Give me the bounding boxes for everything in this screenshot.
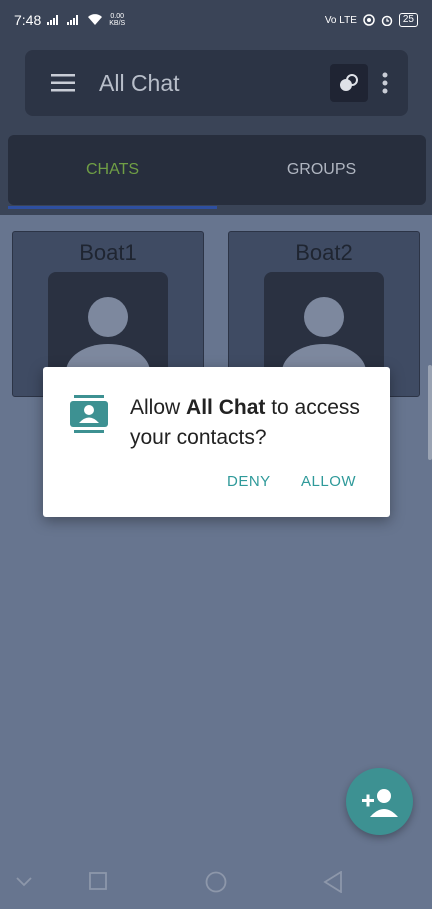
tab-groups[interactable]: GROUPS	[217, 135, 426, 205]
hamburger-icon	[51, 74, 75, 92]
back-icon[interactable]	[323, 871, 343, 893]
battery-indicator: 25	[398, 13, 418, 27]
home-icon[interactable]	[205, 871, 227, 893]
deny-button[interactable]: DENY	[227, 473, 271, 490]
contacts-icon	[70, 395, 108, 433]
app-logo[interactable]	[330, 64, 368, 102]
scrollbar[interactable]	[428, 365, 432, 460]
signal-icon	[47, 15, 59, 25]
add-contact-button[interactable]	[346, 768, 413, 835]
app-bar: All Chat	[25, 50, 408, 116]
signal-icon-2	[67, 15, 79, 25]
wifi-icon	[88, 14, 103, 25]
tab-chats[interactable]: CHATS	[8, 135, 217, 205]
dialog-message: Allow All Chat to access your contacts?	[130, 396, 360, 449]
more-vert-icon	[382, 72, 388, 94]
contact-name: Boat1	[79, 240, 137, 265]
allow-button[interactable]: ALLOW	[301, 473, 356, 490]
network-speed: 0.00 KB/S	[109, 13, 126, 27]
add-person-icon	[361, 788, 398, 817]
more-options-button[interactable]	[370, 63, 400, 103]
status-bar: 7:48 0.00 KB/S Vo LTE 25	[0, 0, 432, 40]
contact-name: Boat2	[295, 240, 353, 265]
location-icon	[363, 14, 375, 26]
alarm-icon	[381, 15, 393, 26]
chat-bubbles-icon	[340, 74, 358, 91]
recents-icon[interactable]	[89, 872, 107, 890]
app-title: All Chat	[99, 69, 180, 96]
system-nav-bar	[0, 855, 432, 909]
tab-indicator	[8, 206, 217, 209]
tabs-container: CHATS GROUPS	[0, 135, 432, 215]
volte-label: Vo LTE	[324, 14, 357, 26]
permission-dialog: Allow All Chat to access your contacts? …	[43, 367, 390, 517]
chevron-down-icon[interactable]	[16, 877, 32, 887]
clock: 7:48	[14, 12, 42, 28]
menu-button[interactable]	[35, 55, 91, 111]
